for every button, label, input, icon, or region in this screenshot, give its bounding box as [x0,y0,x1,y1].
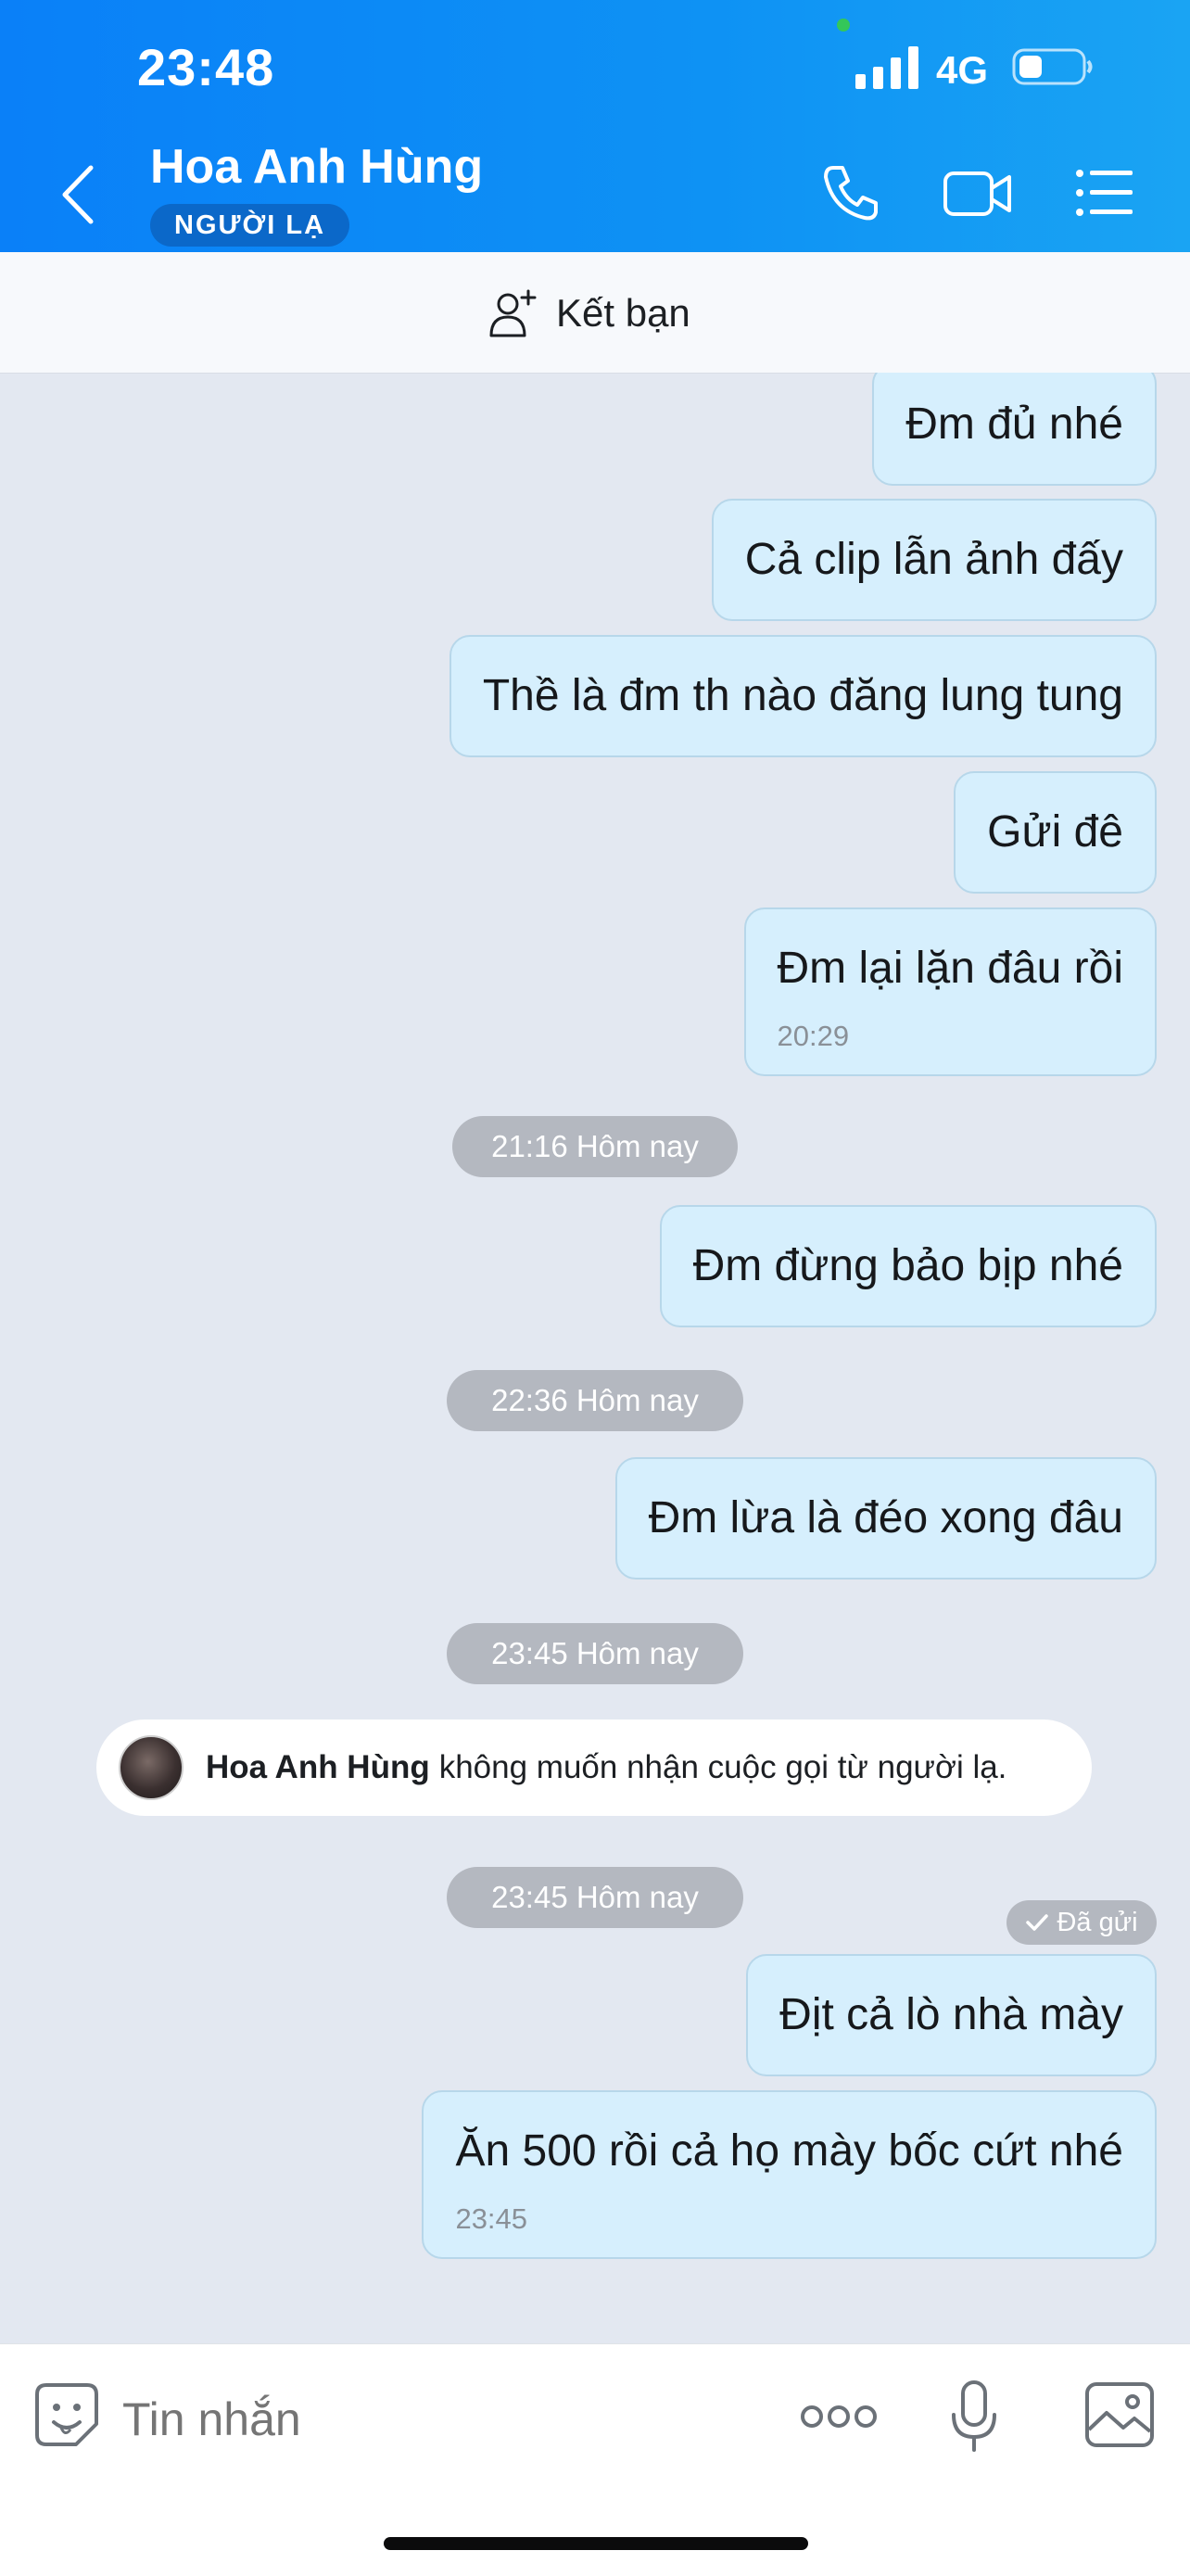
message-text: Cả clip lẫn ảnh đấy [744,535,1123,584]
phone-icon[interactable] [820,162,881,223]
time-separator: 21:16 Hôm nay [452,1116,738,1177]
camera-indicator-dot [837,19,850,32]
message-time: 20:29 [777,1020,850,1052]
message-bubble[interactable]: Gửi đê [954,771,1157,894]
message-bubble[interactable]: Đm lại lặn đâu rồi 20:29 [743,907,1157,1076]
message-text: Gửi đê [987,807,1123,857]
add-friend-bar: Kết bạn [0,252,1190,374]
status-time: 23:48 [137,38,275,96]
message-text: Thề là đm th nào đăng lung tung [482,671,1123,720]
message-text: Đm lừa là đéo xong đâu [648,1493,1123,1542]
message-text: Địt cả lò nhà mày [779,1990,1123,2039]
message-time: 23:45 [455,2202,528,2235]
time-separator: 23:45 Hôm nay [447,1623,743,1684]
add-user-icon [489,289,537,337]
message-text: Ăn 500 rồi cả họ mày bốc cứt nhé [455,2126,1123,2176]
message-bubble[interactable]: Đm đừng bảo bịp nhé [659,1205,1157,1327]
time-separator: 23:45 Hôm nay [447,1867,743,1928]
message-bubble[interactable]: Địt cả lò nhà mày [746,1954,1157,2076]
sent-status-text: Đã gửi [1057,1907,1138,1937]
add-friend-label: Kết bạn [556,291,690,335]
contact-name[interactable]: Hoa Anh Hùng [150,139,483,195]
chat-messages[interactable]: Đm đủ nhé Cả clip lẫn ảnh đấy Thề là đm … [0,373,1190,2343]
avatar[interactable] [119,1735,184,1800]
network-type: 4G [936,48,989,92]
message-text: Đm đừng bảo bịp nhé [692,1241,1123,1290]
chat-header: 23:48 4G Hoa Anh Hùng NGƯỜI LẠ [0,0,1190,252]
image-gallery-icon[interactable] [1084,2381,1155,2448]
checkmark-icon [1026,1914,1049,1931]
time-separator: 22:36 Hôm nay [447,1370,743,1431]
notice-text: không muốn nhận cuộc gọi từ người lạ. [438,1749,1007,1785]
video-camera-icon[interactable] [943,162,1013,223]
message-bubble[interactable]: Thề là đm th nào đăng lung tung [449,635,1157,757]
home-indicator[interactable] [384,2537,808,2550]
signal-icon [855,46,918,89]
battery-icon [1012,48,1093,85]
chevron-left-icon[interactable] [56,162,102,227]
message-bubble[interactable]: Đm đủ nhé [872,373,1157,486]
more-dots-icon[interactable] [801,2404,877,2430]
notice-name: Hoa Anh Hùng [206,1749,430,1785]
message-bubble[interactable]: Đm lừa là đéo xong đâu [614,1457,1157,1580]
stranger-badge: NGƯỜI LẠ [150,204,350,247]
message-bubble[interactable]: Ăn 500 rồi cả họ mày bốc cứt nhé 23:45 [422,2090,1157,2259]
message-text: Đm lại lặn đâu rồi [777,944,1124,993]
message-input[interactable] [120,2381,773,2457]
message-bubble[interactable]: Cả clip lẫn ảnh đấy [711,499,1157,621]
microphone-icon[interactable] [949,2379,999,2454]
emoji-sticker-icon[interactable] [33,2381,100,2448]
add-friend-button[interactable]: Kết bạn [487,287,690,339]
call-block-notice: Hoa Anh Hùng không muốn nhận cuộc gọi từ… [96,1719,1092,1816]
message-text: Đm đủ nhé [905,400,1123,449]
sent-status-badge: Đã gửi [1006,1900,1157,1945]
list-menu-icon[interactable] [1075,162,1134,223]
